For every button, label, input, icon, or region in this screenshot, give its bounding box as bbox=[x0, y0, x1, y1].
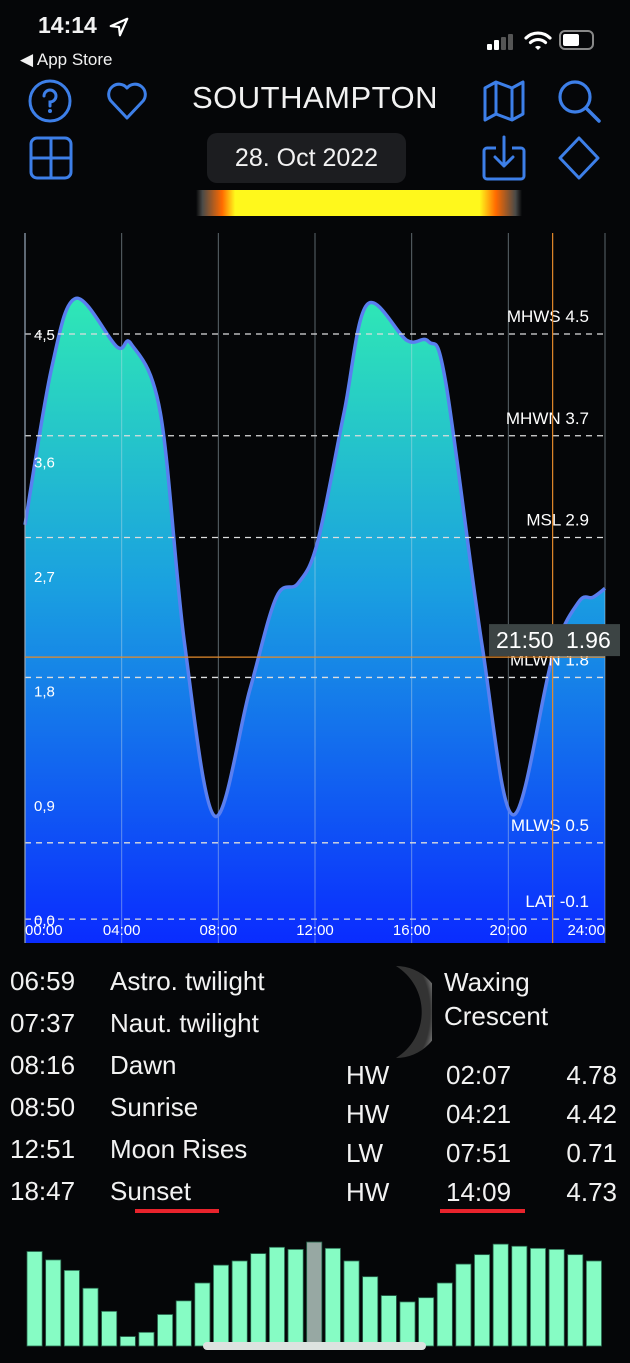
moon-phase-line1: Waxing bbox=[444, 967, 530, 997]
hour-bar[interactable] bbox=[324, 1247, 341, 1347]
reference-label: MSL 2.9 bbox=[526, 511, 589, 530]
y-tick-label: 3,6 bbox=[34, 454, 55, 471]
tide-type: HW bbox=[346, 1177, 390, 1207]
event-label: Naut. twilight bbox=[110, 1008, 259, 1038]
hour-bar[interactable] bbox=[436, 1282, 453, 1347]
x-tick-label: 04:00 bbox=[103, 922, 141, 939]
signal-icon bbox=[487, 34, 517, 50]
tide-type: HW bbox=[346, 1060, 390, 1090]
hour-bar[interactable] bbox=[213, 1264, 229, 1347]
hour-bar[interactable] bbox=[343, 1260, 360, 1347]
reference-label: LAT -0.1 bbox=[525, 892, 589, 911]
status-time: 14:14 bbox=[38, 12, 97, 38]
hour-bar[interactable] bbox=[380, 1295, 397, 1347]
search-icon[interactable] bbox=[556, 78, 602, 124]
tide-time: 14:09 bbox=[446, 1177, 512, 1207]
cursor-value: 1.96 bbox=[566, 627, 611, 653]
event-label: Dawn bbox=[110, 1050, 177, 1080]
tide-height: 4.78 bbox=[566, 1060, 617, 1090]
y-tick-label: 4,5 bbox=[34, 327, 55, 344]
hour-bar[interactable] bbox=[474, 1254, 491, 1347]
event-label: Moon Rises bbox=[110, 1134, 248, 1164]
map-icon[interactable] bbox=[481, 78, 527, 124]
y-tick-label: 2,7 bbox=[34, 569, 55, 586]
hour-bar[interactable] bbox=[530, 1247, 546, 1347]
y-tick-label: 1,8 bbox=[34, 683, 55, 700]
hour-bar[interactable] bbox=[418, 1297, 435, 1347]
x-tick-label: 20:00 bbox=[490, 922, 528, 939]
y-tick-label: 0,0 bbox=[34, 912, 55, 929]
reference-label: MHWS 4.5 bbox=[507, 307, 589, 326]
hour-bar[interactable] bbox=[585, 1260, 602, 1347]
hour-bar[interactable] bbox=[268, 1246, 285, 1347]
y-tick-label: 0,9 bbox=[34, 798, 55, 815]
tide-time: 07:51 bbox=[446, 1138, 512, 1168]
hour-bar[interactable] bbox=[548, 1248, 565, 1347]
event-label: Sunrise bbox=[110, 1092, 199, 1122]
event-time: 08:50 bbox=[10, 1092, 76, 1122]
wifi-icon bbox=[524, 31, 552, 50]
event-time: 18:47 bbox=[10, 1176, 76, 1206]
hour-bar[interactable] bbox=[175, 1300, 192, 1347]
hour-bar[interactable] bbox=[287, 1248, 304, 1347]
tide-chart[interactable]: 00:00 04:00 08:00 12:00 16:00 20:00 24:00MHWS … bbox=[0, 225, 630, 950]
home-indicator bbox=[203, 1342, 426, 1350]
date-selector[interactable]: 28. Oct 2022 bbox=[207, 133, 406, 183]
back-to-app-store[interactable]: ◀ App Store bbox=[20, 50, 112, 70]
hour-bar[interactable] bbox=[45, 1259, 62, 1347]
x-tick-label: 12:00 bbox=[296, 922, 334, 939]
hour-bar[interactable] bbox=[26, 1251, 43, 1347]
diamond-icon[interactable] bbox=[556, 135, 602, 181]
hour-bar[interactable] bbox=[231, 1260, 248, 1347]
event-label: Astro. twilight bbox=[110, 966, 265, 996]
tide-height: 4.73 bbox=[566, 1177, 617, 1207]
x-tick-label: 24:00 bbox=[567, 922, 605, 939]
station-title: SOUTHAMPTON bbox=[191, 80, 439, 115]
help-icon[interactable] bbox=[27, 78, 73, 124]
hour-bar[interactable] bbox=[567, 1254, 584, 1347]
hour-bar[interactable] bbox=[157, 1314, 174, 1347]
moon-phase-icon bbox=[396, 966, 432, 1058]
tide-height: 0.71 bbox=[566, 1138, 617, 1168]
tide-height: 4.42 bbox=[566, 1099, 617, 1129]
hour-bar[interactable] bbox=[399, 1301, 416, 1347]
event-time: 12:51 bbox=[10, 1134, 76, 1164]
hour-bar[interactable] bbox=[362, 1276, 379, 1347]
tide-time: 04:21 bbox=[446, 1099, 512, 1129]
tide-time: 02:07 bbox=[446, 1060, 512, 1090]
battery-icon bbox=[559, 30, 594, 50]
hour-bar[interactable] bbox=[63, 1270, 80, 1347]
x-tick-label: 16:00 bbox=[393, 922, 431, 939]
location-arrow-icon bbox=[109, 17, 129, 37]
hour-bar[interactable] bbox=[511, 1245, 528, 1347]
heart-icon[interactable] bbox=[104, 78, 150, 124]
event-time: 07:37 bbox=[10, 1008, 76, 1038]
reference-label: MHWN 3.7 bbox=[506, 409, 589, 428]
cursor-time: 21:50 bbox=[496, 627, 554, 653]
event-time: 06:59 bbox=[10, 966, 76, 996]
hour-bar[interactable] bbox=[119, 1336, 136, 1347]
hour-bar[interactable] bbox=[306, 1241, 323, 1347]
moon-phase-line2: Crescent bbox=[444, 1001, 549, 1031]
hour-bar[interactable] bbox=[492, 1243, 509, 1347]
reference-label: MLWS 0.5 bbox=[511, 816, 589, 835]
hour-bar[interactable] bbox=[101, 1310, 118, 1347]
grid-icon[interactable] bbox=[28, 135, 74, 181]
hour-bar[interactable] bbox=[455, 1263, 472, 1347]
x-tick-label: 08:00 bbox=[200, 922, 238, 939]
sunset-underline bbox=[135, 1209, 219, 1213]
daylight-bar bbox=[196, 190, 522, 216]
tide-type: LW bbox=[346, 1138, 384, 1168]
hw-time-underline bbox=[440, 1209, 525, 1213]
hour-bar[interactable] bbox=[82, 1287, 99, 1347]
hourly-bars[interactable] bbox=[0, 1230, 630, 1355]
hour-bar[interactable] bbox=[138, 1331, 155, 1347]
hour-bar[interactable] bbox=[194, 1282, 211, 1347]
event-label: Sunset bbox=[110, 1176, 191, 1206]
tide-type: HW bbox=[346, 1099, 390, 1129]
event-time: 08:16 bbox=[10, 1050, 76, 1080]
download-icon[interactable] bbox=[481, 135, 527, 181]
hour-bar[interactable] bbox=[250, 1253, 267, 1347]
